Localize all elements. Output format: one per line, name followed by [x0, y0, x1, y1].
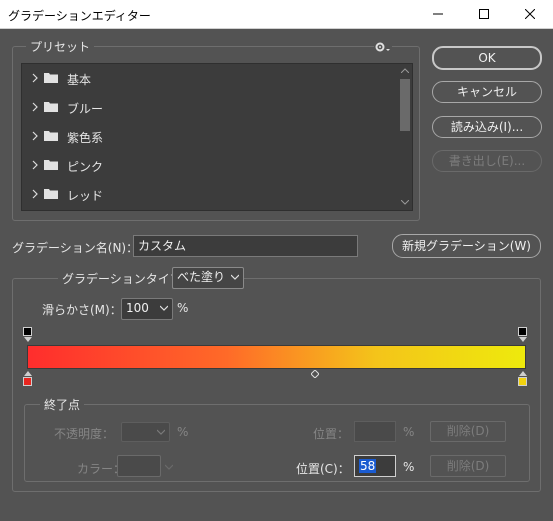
title-bar: グラデーションエディター	[0, 0, 553, 29]
chevron-right-icon[interactable]	[32, 131, 38, 141]
midpoint-diamond-icon[interactable]	[311, 370, 319, 378]
load-button[interactable]: 読み込み(I)...	[432, 116, 542, 138]
minimize-button[interactable]	[415, 0, 461, 29]
preset-folder-red[interactable]: レッド	[22, 180, 399, 209]
chevron-right-icon[interactable]	[32, 160, 38, 170]
chevron-down-icon	[231, 274, 239, 280]
smoothness-label: 滑らかさ(M)：	[42, 303, 122, 317]
color-stop-left[interactable]	[23, 377, 32, 386]
close-icon	[525, 9, 535, 19]
scroll-up-icon[interactable]	[401, 68, 409, 73]
color-position-unit: %	[403, 460, 415, 474]
color-stop-pointer	[24, 371, 32, 376]
presets-gear-icon[interactable]	[374, 40, 392, 54]
preset-folder-blue[interactable]: ブルー	[22, 93, 399, 122]
color-stop-pointer	[519, 371, 527, 376]
opacity-stop-left[interactable]	[23, 327, 32, 336]
color-position-value: 58	[359, 459, 377, 473]
color-position-input[interactable]: 58	[354, 455, 396, 477]
color-stop-right[interactable]	[518, 377, 527, 386]
folder-icon	[44, 102, 58, 112]
chevron-down-icon	[157, 429, 165, 435]
opacity-select[interactable]	[121, 422, 170, 442]
smoothness-value: 100	[126, 301, 149, 315]
presets-legend: プリセット	[26, 38, 95, 55]
folder-icon	[44, 131, 58, 141]
preset-label: レッド	[67, 189, 104, 203]
chevron-right-icon[interactable]	[32, 73, 38, 83]
gradient-preview-bar[interactable]	[27, 345, 526, 369]
smoothness-unit: %	[177, 301, 189, 315]
gradient-type-select[interactable]: べた塗り	[172, 267, 244, 289]
folder-icon	[44, 160, 58, 170]
preset-folder-basic[interactable]: 基本	[22, 64, 399, 93]
folder-icon	[44, 73, 58, 83]
preset-list[interactable]: 基本 ブルー 紫色系 ピンク レッド	[21, 63, 413, 211]
window-title: グラデーションエディター	[8, 9, 151, 23]
folder-icon	[44, 189, 58, 199]
minimize-icon	[433, 13, 443, 15]
gradient-type-value: べた塗り	[177, 270, 226, 284]
opacity-stop-pointer	[24, 337, 32, 342]
delete-opacity-stop-button[interactable]: 削除(D)	[430, 421, 506, 442]
preset-label: ピンク	[67, 160, 104, 174]
opacity-stop-pointer	[519, 337, 527, 342]
opacity-position-unit: %	[403, 425, 415, 439]
opacity-label: 不透明度：	[54, 427, 115, 441]
new-gradient-button[interactable]: 新規グラデーション(W)	[392, 234, 541, 258]
export-button[interactable]: 書き出し(E)...	[432, 150, 542, 172]
color-swatch[interactable]	[117, 455, 161, 477]
ok-button[interactable]: OK	[432, 46, 542, 70]
preset-label: ブルー	[67, 102, 104, 116]
preset-scrollbar[interactable]	[397, 64, 412, 210]
close-button[interactable]	[507, 0, 553, 29]
smoothness-select[interactable]: 100	[121, 298, 173, 320]
scroll-thumb[interactable]	[400, 79, 410, 131]
maximize-icon	[479, 9, 489, 19]
stops-legend: 終了点	[40, 396, 85, 413]
gradient-name-input[interactable]: カスタム	[133, 235, 358, 257]
opacity-unit: %	[177, 425, 189, 439]
opacity-stop-right[interactable]	[518, 327, 527, 336]
opacity-position-label: 位置：	[313, 427, 350, 441]
cancel-button[interactable]: キャンセル	[432, 81, 542, 103]
chevron-down-icon	[160, 305, 168, 311]
scroll-down-icon[interactable]	[401, 200, 409, 205]
preset-label: 基本	[67, 73, 92, 87]
color-position-label: 位置(C)：	[296, 462, 350, 476]
preset-folder-pink[interactable]: ピンク	[22, 151, 399, 180]
chevron-down-icon	[165, 464, 173, 470]
delete-color-stop-button[interactable]: 削除(D)	[430, 455, 506, 477]
opacity-position-input[interactable]	[354, 421, 396, 442]
preset-folder-purple[interactable]: 紫色系	[22, 122, 399, 151]
gradient-name-label: グラデーション名(N)：	[12, 241, 139, 255]
chevron-right-icon[interactable]	[32, 189, 38, 199]
chevron-right-icon[interactable]	[32, 102, 38, 112]
preset-label: 紫色系	[67, 131, 104, 145]
maximize-button[interactable]	[461, 0, 507, 29]
